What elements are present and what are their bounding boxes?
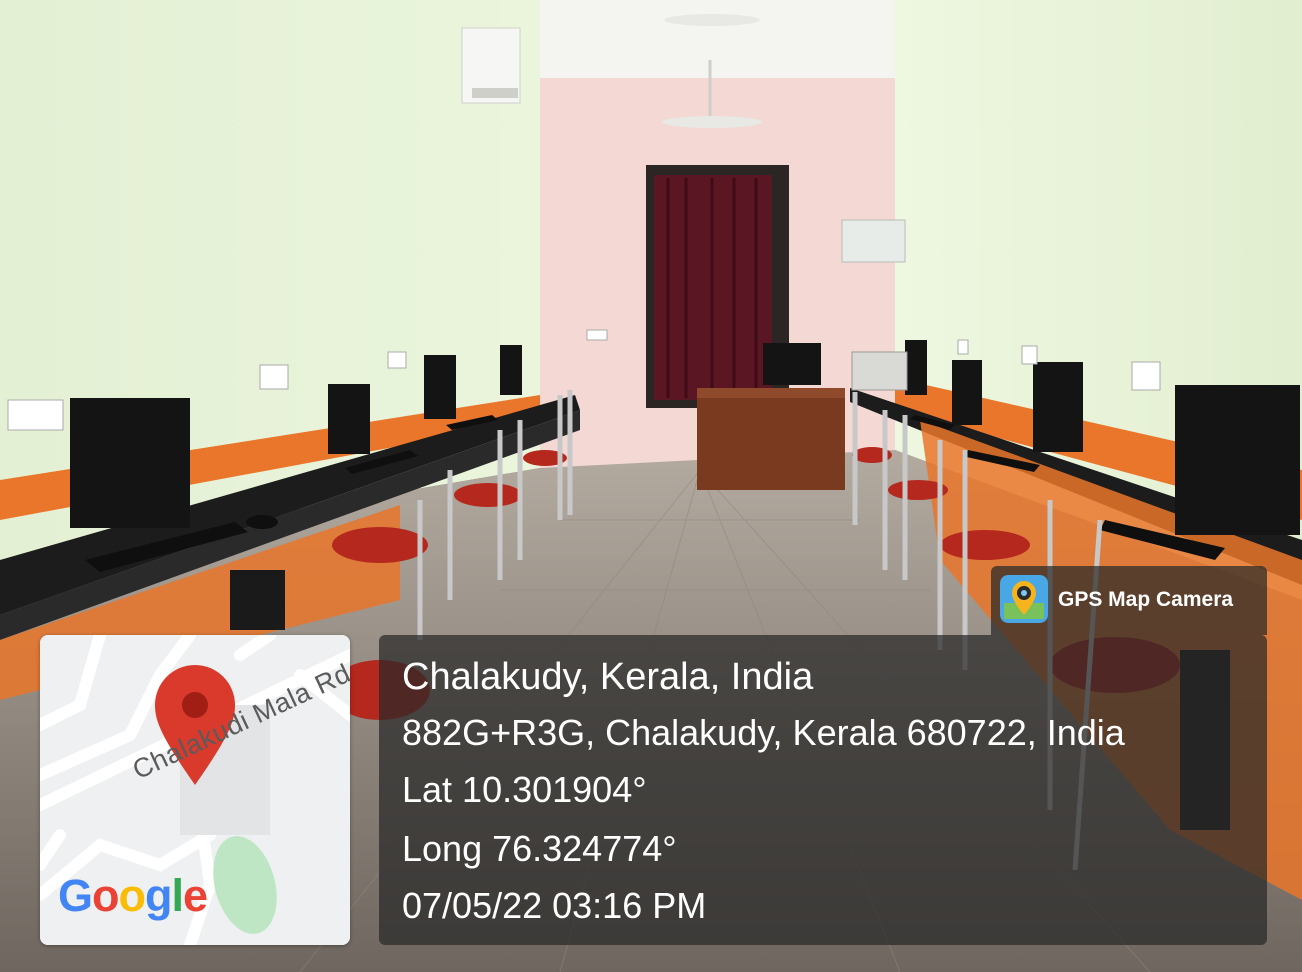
location-datetime: 07/05/22 03:16 PM xyxy=(402,885,707,926)
location-address: 882G+R3G, Chalakudy, Kerala 680722, Indi… xyxy=(402,712,1125,753)
location-latitude: Lat 10.301904° xyxy=(402,769,647,810)
location-place: Chalakudy, Kerala, India xyxy=(402,656,814,698)
gps-map-camera-icon xyxy=(1000,575,1048,623)
location-longitude: Long 76.324774° xyxy=(402,828,677,869)
google-logo: Google xyxy=(58,870,208,921)
app-name: GPS Map Camera xyxy=(1058,588,1234,611)
